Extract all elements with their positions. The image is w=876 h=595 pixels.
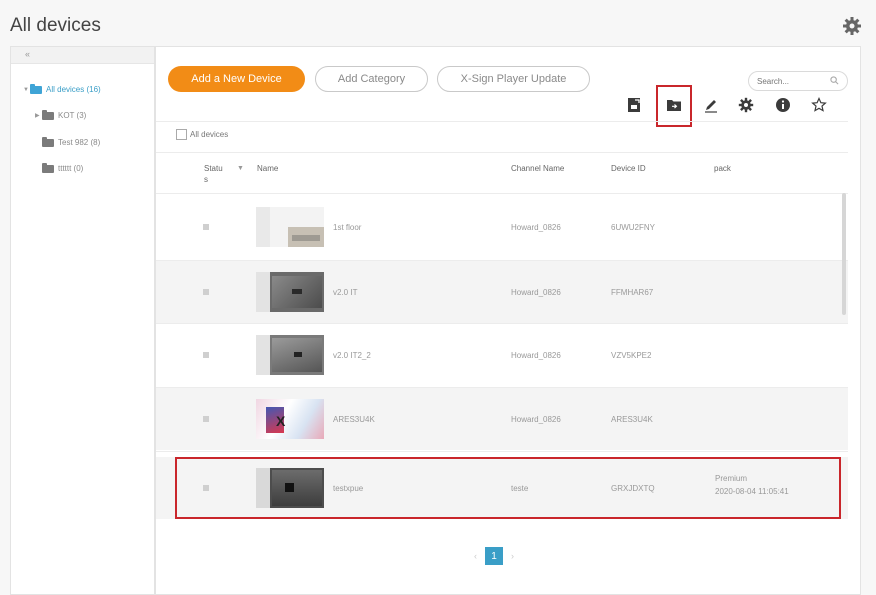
add-category-button[interactable]: Add Category [315,66,428,92]
divider [156,451,848,452]
channel-name: Howard_0826 [511,351,561,360]
device-name[interactable]: ARES3U4K [333,415,375,424]
caret-down-icon[interactable]: ▼ [23,87,30,93]
status-indicator [203,289,209,295]
category-sidebar: « ▼ All devices (16) ▶ KOT (3) Test 982 … [10,46,155,595]
column-header-status[interactable]: Statu s [204,163,226,185]
divider [156,121,848,122]
sidebar-item-label: tttttt (0) [58,164,84,173]
search-input[interactable] [757,76,827,86]
device-thumbnail [256,272,324,312]
channel-name: Howard_0826 [511,288,561,297]
sort-caret-icon[interactable]: ▼ [237,163,244,174]
table-row[interactable]: v2.0 IT Howard_0826 FFMHAR67 [156,261,848,323]
status-indicator [203,352,209,358]
channel-name: Howard_0826 [511,223,561,232]
device-id: 6UWU2FNY [611,223,656,232]
sidebar-item-label: All devices (16) [46,85,101,94]
device-id: ARES3U4K [611,415,653,424]
prev-page-button[interactable]: ‹ [474,551,477,561]
column-header-device-id[interactable]: Device ID [611,163,646,174]
device-name[interactable]: 1st floor [333,223,361,232]
select-all[interactable]: All devices [176,129,228,140]
sidebar-item-all-devices[interactable]: ▼ All devices (16) [23,83,101,94]
table-scrollbar[interactable] [842,193,846,315]
column-header-pack[interactable]: pack [714,163,731,174]
divider [156,152,848,153]
divider [156,193,848,194]
device-id: FFMHAR67 [611,288,654,297]
folder-icon [42,162,54,173]
sidebar-item-label: KOT (3) [58,111,87,120]
next-page-button[interactable]: › [511,551,514,561]
folder-open-icon [30,83,42,94]
status-indicator [203,416,209,422]
select-all-label: All devices [190,130,229,139]
table-row[interactable]: X ARES3U4K Howard_0826 ARES3U4K [156,388,848,450]
search-box[interactable] [748,71,848,91]
channel-name: Howard_0826 [511,415,561,424]
table-row[interactable]: v2.0 IT2_2 Howard_0826 VZV5KPE2 [156,324,848,386]
device-list-panel: Add a New Device Add Category X-Sign Pla… [155,46,861,595]
table-row[interactable]: 1st floor Howard_0826 6UWU2FNY [156,196,848,258]
sidebar-item-test-982[interactable]: Test 982 (8) [42,136,101,147]
xsign-player-update-button[interactable]: X-Sign Player Update [437,66,590,92]
column-header-name[interactable]: Name [257,163,278,174]
row-highlight [175,457,841,519]
gear-icon[interactable] [842,16,862,36]
column-header-channel[interactable]: Channel Name [511,163,564,174]
device-thumbnail: X [256,399,324,439]
info-icon[interactable] [773,95,793,115]
page-1-button[interactable]: 1 [485,547,503,565]
sidebar-item-tttttt[interactable]: tttttt (0) [42,162,84,173]
sidebar-collapse-toggle[interactable]: « [11,47,154,64]
folder-icon [42,136,54,147]
add-device-button[interactable]: Add a New Device [168,66,305,92]
favorite-icon[interactable] [809,95,829,115]
device-id: VZV5KPE2 [611,351,652,360]
pagination: ‹ 1 › [474,547,514,565]
device-thumbnail [256,207,324,247]
device-thumbnail [256,335,324,375]
sidebar-item-label: Test 982 (8) [58,138,101,147]
device-name[interactable]: v2.0 IT [333,288,357,297]
device-name[interactable]: v2.0 IT2_2 [333,351,371,360]
search-icon[interactable] [830,75,839,87]
export-icon[interactable] [624,95,644,115]
sidebar-item-kot[interactable]: ▶ KOT (3) [35,109,87,120]
status-indicator [203,224,209,230]
caret-right-icon[interactable]: ▶ [35,112,42,119]
settings-icon[interactable] [736,95,756,115]
page-title: All devices [10,15,101,36]
select-all-checkbox[interactable] [176,129,187,140]
edit-icon[interactable] [701,95,721,115]
folder-icon [42,109,54,120]
